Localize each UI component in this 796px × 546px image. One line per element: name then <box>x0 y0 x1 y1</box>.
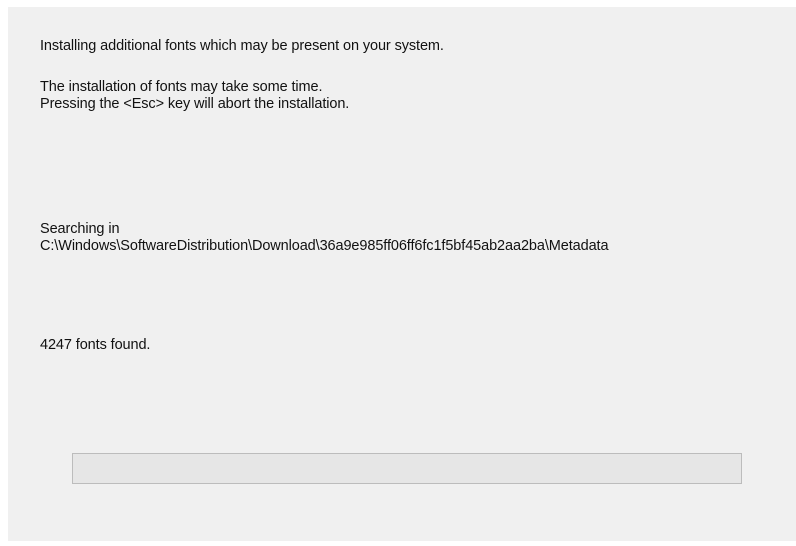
progress-bar <box>72 453 742 484</box>
search-path-text: C:\Windows\SoftwareDistribution\Download… <box>40 238 609 254</box>
font-install-dialog: Installing additional fonts which may be… <box>8 7 796 541</box>
time-notice-text: The installation of fonts may take some … <box>40 79 323 95</box>
intro-text: Installing additional fonts which may be… <box>40 38 444 54</box>
fonts-found-count: 4247 fonts found. <box>40 337 151 353</box>
abort-hint-text: Pressing the <Esc> key will abort the in… <box>40 96 350 112</box>
searching-label: Searching in <box>40 221 120 237</box>
